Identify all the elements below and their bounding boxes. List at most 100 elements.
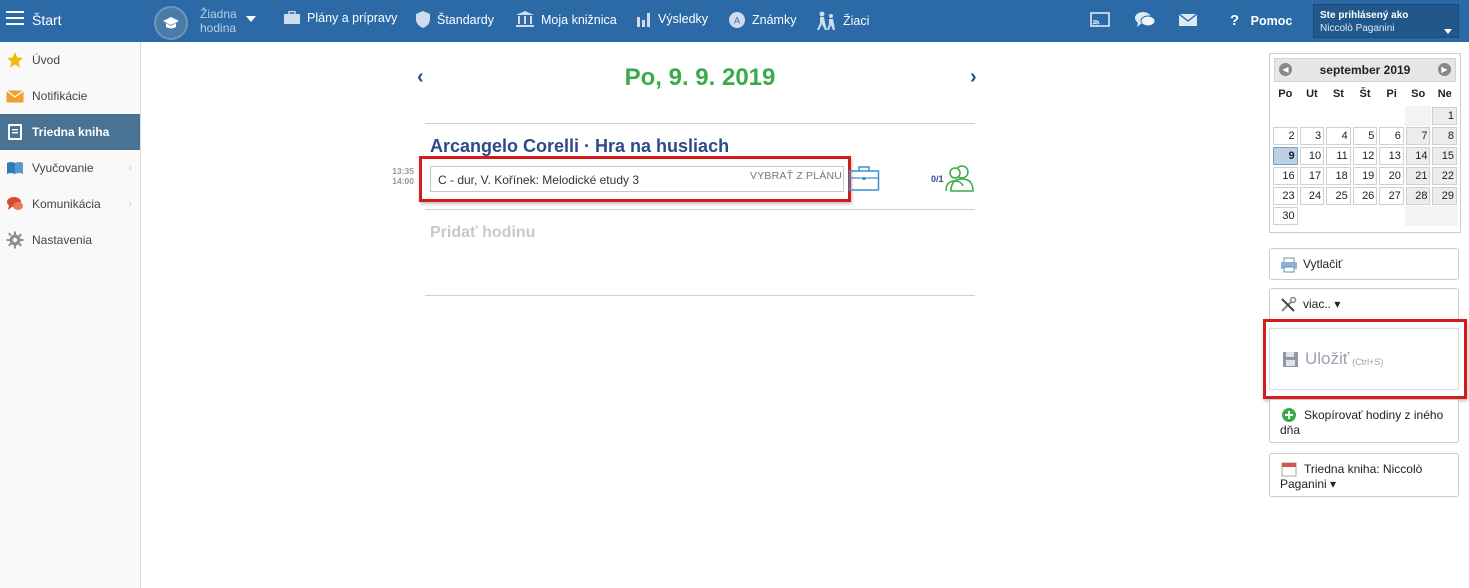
cast-icon[interactable] [1090,12,1110,28]
calendar-empty-cell [1272,106,1299,126]
attendance-count: 0/1 [931,174,944,184]
calendar-day[interactable]: 28 [1405,186,1432,206]
calendar-day-number: 12 [1352,147,1378,165]
calendar-day-number: 26 [1352,187,1378,205]
user-menu[interactable]: Ste prihlásený ako Niccolò Paganini [1313,4,1459,38]
calendar-day-number: 18 [1326,167,1351,185]
calendar-day-number [1353,207,1378,225]
chevron-down-icon[interactable] [246,16,256,22]
chevron-right-icon: › [128,198,132,210]
next-day-button[interactable]: › [970,66,977,89]
calendar-day[interactable]: 17 [1299,166,1326,186]
students-icon[interactable] [944,164,976,192]
calendar-day[interactable]: 4 [1325,126,1352,146]
calendar-day[interactable]: 8 [1431,126,1458,146]
calendar-empty-cell [1299,206,1326,226]
graduation-cap-icon[interactable] [154,6,188,40]
calendar-day[interactable]: 18 [1325,166,1352,186]
calendar-day[interactable]: 16 [1272,166,1299,186]
calendar-day[interactable]: 26 [1352,186,1379,206]
nav-students[interactable]: Žiaci [815,11,869,31]
nav-standards[interactable]: Štandardy [415,11,494,28]
sidebar-item-komunikacia[interactable]: Komunikácia › [0,186,140,222]
chat-icon[interactable] [1134,10,1156,30]
calendar-day[interactable]: 7 [1405,126,1432,146]
calendar-weekday: Ne [1437,88,1452,100]
nav-plans[interactable]: Plány a prípravy [283,11,397,25]
menu-icon[interactable] [6,11,24,29]
calendar-day-number: 1 [1432,107,1458,125]
calendar-day[interactable]: 3 [1299,126,1326,146]
help-link[interactable]: ? Pomoc [1230,12,1292,29]
chevron-down-icon[interactable] [1444,29,1452,34]
help-label: Pomoc [1250,14,1293,28]
next-month-button[interactable]: ▶ [1438,63,1451,76]
calendar-day-number: 19 [1352,167,1378,185]
calendar-day[interactable]: 13 [1378,146,1405,166]
print-button[interactable]: Vytlačiť [1269,248,1459,280]
sidebar-item-nastavenia[interactable]: Nastavenia [0,222,140,258]
calendar-grid: Po Ut St Št Pi So Ne 1 2 3 4 5 6 7 8 9 10 11 12 13 14 15 16 17… [1272,88,1459,226]
print-button-label: Vytlačiť [1303,257,1343,271]
calendar-day[interactable]: 1 [1431,106,1458,126]
calendar-icon [1281,462,1297,477]
classbook-selector[interactable]: Triedna kniha: Niccolò Paganini ▾ [1269,453,1459,497]
calendar-day-number: 28 [1405,187,1431,205]
calendar-weekday: St [1332,88,1344,100]
calendar-day[interactable]: 25 [1325,186,1352,206]
calendar-day[interactable]: 24 [1299,186,1326,206]
sidebar-item-triedna-kniha[interactable]: Triedna kniha [0,114,140,150]
sidebar-item-uvod[interactable]: Úvod [0,42,140,78]
calendar-day-number: 8 [1432,127,1458,145]
calendar-weekday: Ut [1306,88,1318,100]
lesson-title[interactable]: Arcangelo Corelli · Hra na husliach [430,136,729,157]
copy-lessons-button[interactable]: Skopírovať hodiny z iného dňa [1269,399,1459,443]
lesson-selector[interactable]: Žiadna hodina [200,7,237,35]
nav-results[interactable]: Výsledky [636,11,708,27]
mail-icon[interactable] [1178,13,1198,27]
printer-icon [1281,257,1297,273]
nav-library[interactable]: Moja knižnica [515,11,617,28]
sidebar-item-vyucovanie[interactable]: Vyučovanie › [0,150,140,186]
calendar-day[interactable]: 5 [1352,126,1379,146]
calendar-day-number: 3 [1299,127,1325,145]
calendar-day[interactable]: 20 [1378,166,1405,186]
add-lesson-button[interactable]: Pridať hodinu [430,224,535,242]
lesson-time-start: 13:35 [392,166,414,176]
calendar-day[interactable]: 10 [1299,146,1326,166]
calendar-day[interactable]: 22 [1431,166,1458,186]
calendar-day[interactable]: 2 [1272,126,1299,146]
calendar-day[interactable]: 6 [1378,126,1405,146]
calendar-day[interactable]: 29 [1431,186,1458,206]
lesson-selector-line-2: hodina [200,21,237,35]
start-link[interactable]: Štart [32,12,62,28]
calendar-day-number: 30 [1273,207,1298,225]
calendar-day[interactable]: 23 [1272,186,1299,206]
calendar-day[interactable]: 21 [1405,166,1432,186]
calendar-day[interactable]: 19 [1352,166,1379,186]
sidebar-item-notifikacie[interactable]: Notifikácie [0,78,140,114]
date-navigation: ‹ Po, 9. 9. 2019 › [415,62,985,96]
calendar-day[interactable]: 12 [1352,146,1379,166]
calendar-day-number [1326,107,1351,125]
calendar-day-number [1300,107,1325,125]
calendar-day[interactable]: 15 [1431,146,1458,166]
nav-grades[interactable]: A Známky [728,11,796,29]
shield-icon [416,11,430,28]
calendar-day-number [1406,107,1431,125]
calendar-day[interactable]: 27 [1378,186,1405,206]
calendar-day[interactable]: 9 [1272,146,1299,166]
more-button[interactable]: viac.. ▾ [1269,288,1459,320]
calendar-day-number: 23 [1273,187,1298,205]
nav-grades-label: Známky [752,13,797,27]
book-icon [6,123,24,141]
calendar-day[interactable]: 30 [1272,206,1299,226]
calendar-day[interactable]: 11 [1325,146,1352,166]
nav-standards-label: Štandardy [437,12,494,27]
calendar-day-number [1406,207,1431,225]
chat-icon [6,195,24,213]
copy-plus-icon [1282,408,1296,422]
calendar-day[interactable]: 14 [1405,146,1432,166]
top-bar: Štart Žiadna hodina Plány a prípravy Šta… [0,0,1469,42]
briefcase-icon[interactable] [848,165,880,192]
